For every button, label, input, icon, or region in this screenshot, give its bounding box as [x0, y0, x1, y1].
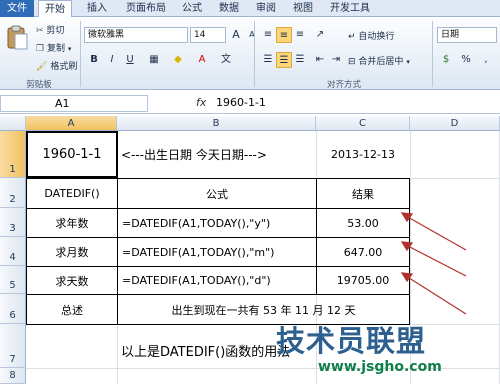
cell-b3[interactable]: =DATEDIF(A1,TODAY(),"y") — [117, 208, 317, 238]
row-header-2[interactable]: 2 — [0, 178, 26, 208]
copy-label: 复制 — [46, 44, 65, 54]
brush-icon: 🖌 — [36, 62, 48, 72]
cell-c3[interactable]: 53.00 — [316, 208, 410, 238]
tab-file[interactable]: 文件 — [0, 0, 34, 17]
border-icon[interactable]: ▦ — [146, 52, 162, 68]
ribbon-home: ✂ 剪切 ❐ 复制 ▾ 🖌 格式刷 剪贴板 微软雅黑 14 A A B I U … — [0, 17, 500, 90]
merge-label: 合并后居中 — [358, 57, 404, 67]
align-bottom-icon[interactable]: ≡ — [292, 27, 308, 43]
group-separator — [432, 21, 433, 87]
font-size-select[interactable]: 14 — [190, 27, 226, 43]
wrap-text-button[interactable]: ↵ 自动换行 — [348, 29, 394, 42]
decrease-indent-icon[interactable]: ⇤ — [312, 52, 328, 68]
align-middle-icon[interactable]: ≡ — [276, 27, 292, 43]
cell-b1[interactable]: <---出生日期 今天日期---> — [117, 131, 316, 178]
group-separator — [80, 21, 81, 87]
merge-center-button[interactable]: ⊟ 合并后居中 ▾ — [348, 54, 410, 67]
font-name-select[interactable]: 微软雅黑 — [84, 27, 188, 43]
comma-style-icon[interactable]: , — [478, 52, 494, 68]
align-top-icon[interactable]: ≡ — [260, 27, 276, 43]
watermark-logo: 技术员联盟 — [276, 324, 427, 358]
format-painter-label: 格式刷 — [50, 62, 78, 72]
italic-icon[interactable]: I — [104, 52, 120, 68]
cell-a4[interactable]: 求月数 — [26, 237, 118, 267]
watermark-url: www.jsgho.com — [318, 359, 442, 375]
cell-a6[interactable]: 总述 — [26, 294, 118, 325]
bold-icon[interactable]: B — [86, 52, 102, 68]
clipboard-group-label: 剪贴板 — [26, 80, 52, 90]
tab-formulas[interactable]: 公式 — [178, 0, 206, 17]
select-all-corner[interactable] — [0, 116, 26, 131]
number-format-select[interactable]: 日期 — [437, 27, 497, 43]
wrap-text-label: 自动换行 — [358, 32, 395, 42]
tab-view[interactable]: 视图 — [289, 0, 317, 17]
cell-b4[interactable]: =DATEDIF(A1,TODAY(),"m") — [117, 237, 317, 267]
wrap-text-icon: ↵ — [348, 32, 356, 42]
formula-input[interactable]: 1960-1-1 — [216, 96, 266, 109]
cell-c5[interactable]: 19705.00 — [316, 266, 410, 295]
align-right-icon[interactable]: ☰ — [292, 52, 308, 68]
cut-button[interactable]: ✂ 剪切 — [36, 23, 64, 36]
copy-button[interactable]: ❐ 复制 ▾ — [36, 41, 71, 54]
column-header-b[interactable]: B — [117, 116, 316, 131]
tab-page-layout[interactable]: 页面布局 — [122, 0, 170, 17]
copy-icon: ❐ — [36, 44, 45, 54]
tab-insert[interactable]: 插入 — [82, 0, 112, 17]
cell-a3[interactable]: 求年数 — [26, 208, 118, 238]
row-header-6[interactable]: 6 — [0, 294, 26, 324]
alignment-group-label: 对齐方式 — [326, 80, 361, 90]
row-header-8[interactable]: 8 — [0, 368, 26, 384]
increase-indent-icon[interactable]: ⇥ — [328, 52, 344, 68]
row-header-3[interactable]: 3 — [0, 208, 26, 237]
cell-c2[interactable]: 结果 — [316, 178, 410, 209]
font-color-icon[interactable]: A — [194, 52, 210, 68]
cell-a2[interactable]: DATEDIF() — [26, 178, 118, 209]
fill-color-icon[interactable]: ◆ — [170, 52, 186, 68]
cell-c1[interactable]: 2013-12-13 — [316, 131, 410, 178]
chevron-down-icon: ▾ — [67, 45, 72, 53]
cell-b2[interactable]: 公式 — [117, 178, 317, 209]
group-separator — [254, 21, 255, 87]
row-header-7[interactable]: 7 — [0, 324, 26, 368]
orientation-icon[interactable]: ↗ — [312, 27, 328, 43]
column-header-c[interactable]: C — [316, 116, 410, 131]
column-header-d[interactable]: D — [410, 116, 500, 131]
column-header-a[interactable]: A — [26, 116, 117, 131]
tab-data[interactable]: 数据 — [215, 0, 243, 17]
percent-icon[interactable]: % — [458, 52, 474, 68]
grow-font-icon[interactable]: A — [228, 27, 244, 43]
chevron-down-icon: ▾ — [406, 58, 410, 66]
align-left-icon[interactable]: ☰ — [260, 52, 276, 68]
tab-developer[interactable]: 开发工具 — [326, 0, 374, 17]
align-center-icon[interactable]: ☰ — [276, 52, 292, 68]
ribbon-tab-bar: 文件 开始 插入 页面布局 公式 数据 审阅 视图 开发工具 — [0, 0, 500, 18]
paste-icon[interactable] — [6, 24, 28, 52]
formula-bar: A1 fx 1960-1-1 — [0, 94, 500, 114]
name-box[interactable]: A1 — [0, 95, 148, 112]
currency-icon[interactable]: $ — [438, 52, 454, 68]
underline-icon[interactable]: U — [122, 52, 138, 68]
phonetic-icon[interactable]: 文 — [218, 52, 234, 68]
tab-home[interactable]: 开始 — [38, 0, 72, 18]
shrink-font-icon[interactable]: A — [244, 27, 260, 43]
cell-b5[interactable]: =DATEDIF(A1,TODAY(),"d") — [117, 266, 317, 295]
cell-a5[interactable]: 求天数 — [26, 266, 118, 295]
row-header-5[interactable]: 5 — [0, 266, 26, 294]
row-header-4[interactable]: 4 — [0, 237, 26, 266]
tab-review[interactable]: 审阅 — [252, 0, 280, 17]
format-painter-button[interactable]: 🖌 格式刷 — [36, 59, 77, 72]
cell-a1-selected[interactable]: 1960-1-1 — [26, 131, 118, 178]
row-header-1[interactable]: 1 — [0, 131, 26, 178]
cut-label: 剪切 — [46, 26, 65, 36]
cell-c4[interactable]: 647.00 — [316, 237, 410, 267]
merge-icon: ⊟ — [348, 57, 356, 67]
fx-icon[interactable]: fx — [196, 96, 206, 109]
scissors-icon: ✂ — [36, 26, 44, 36]
